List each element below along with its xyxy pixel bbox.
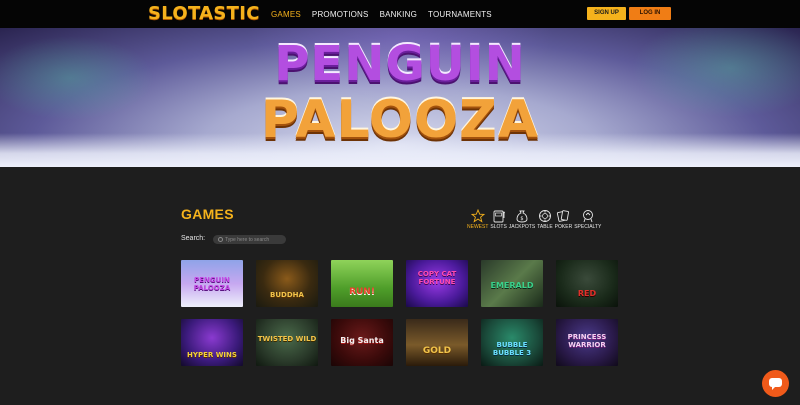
category-jackpots[interactable]: $ JACKPOTS xyxy=(509,209,535,230)
chip-icon xyxy=(538,210,551,222)
chat-icon xyxy=(769,378,782,390)
star-icon xyxy=(470,209,485,223)
specialty-icon xyxy=(582,210,593,223)
game-tile-big-santa[interactable]: Big Santa xyxy=(331,319,393,366)
main-nav: GAMES PROMOTIONS BANKING TOURNAMENTS xyxy=(271,0,492,28)
game-tile-title: COPY CAT FORTUNE xyxy=(417,270,457,286)
slot-machine-icon xyxy=(493,210,505,223)
category-label: TABLE xyxy=(537,224,553,230)
game-tile-title: Big Santa xyxy=(340,336,384,345)
svg-text:$: $ xyxy=(520,216,523,222)
category-label: SPECIALTY xyxy=(574,224,602,230)
chat-button[interactable] xyxy=(762,370,789,397)
banner-title-line2: PALOOZA xyxy=(260,90,540,150)
game-tile-twisted-wild[interactable]: TWISTED WILD xyxy=(256,319,318,366)
category-table[interactable]: TABLE xyxy=(537,209,553,230)
game-tile-title: PENGUIN PALOOZA xyxy=(193,276,231,292)
nav-promotions[interactable]: PROMOTIONS xyxy=(312,10,369,19)
promo-banner[interactable]: PENGUIN PALOOZA xyxy=(0,28,800,167)
game-tile-red[interactable]: RED xyxy=(556,260,618,307)
game-tile-bubble-bubble-3[interactable]: BUBBLE BUBBLE 3 xyxy=(481,319,543,366)
top-bar: SLOTASTIC GAMES PROMOTIONS BANKING TOURN… xyxy=(0,0,800,28)
game-tile-princess-warrior[interactable]: PRINCESS WARRIOR xyxy=(556,319,618,366)
game-tile-title: EMERALD xyxy=(490,281,534,290)
game-tile-run[interactable]: RUN! xyxy=(331,260,393,307)
nav-tournaments[interactable]: TOURNAMENTS xyxy=(428,10,492,19)
category-newest[interactable]: NEWEST xyxy=(467,209,488,230)
nav-banking[interactable]: BANKING xyxy=(380,10,417,19)
category-filters: NEWEST SLOTS $ JACKPOTS TABLE POKER SPEC… xyxy=(467,209,601,230)
banner-title-line1: PENGUIN xyxy=(274,36,526,92)
game-tile-title: RUN! xyxy=(349,287,375,297)
game-tile-penguin-palooza[interactable]: PENGUIN PALOOZA xyxy=(181,260,243,307)
category-specialty[interactable]: SPECIALTY xyxy=(574,209,601,230)
category-label: NEWEST xyxy=(467,224,489,230)
search-label: Search: xyxy=(181,235,206,242)
category-label: SLOTS xyxy=(490,224,507,230)
game-tile-title: RED xyxy=(577,289,597,298)
logo[interactable]: SLOTASTIC xyxy=(148,4,260,24)
game-tile-buddha[interactable]: BUDDHA xyxy=(256,260,318,307)
money-bag-icon: $ xyxy=(516,210,528,223)
game-tile-title: BUDDHA xyxy=(270,291,304,299)
game-tile-title: PRINCESS WARRIOR xyxy=(567,333,607,349)
game-tile-title: BUBBLE BUBBLE 3 xyxy=(492,341,532,357)
search-icon xyxy=(218,237,223,242)
game-tile-gold[interactable]: GOLD xyxy=(406,319,468,366)
nav-games[interactable]: GAMES xyxy=(271,10,301,19)
game-tile-title: TWISTED WILD xyxy=(257,335,317,343)
games-heading: GAMES xyxy=(181,206,234,222)
game-tile-hyper-wins[interactable]: HYPER WINS xyxy=(181,319,243,366)
game-tile-title: GOLD xyxy=(422,346,452,356)
log-in-button[interactable]: LOG IN xyxy=(629,7,671,20)
category-poker[interactable]: POKER xyxy=(554,209,573,230)
game-tile-copy-cat-fortune[interactable]: COPY CAT FORTUNE xyxy=(406,260,468,307)
search-input[interactable] xyxy=(213,235,286,244)
game-tile-title: HYPER WINS xyxy=(187,351,237,359)
category-label: JACKPOTS xyxy=(508,224,536,230)
game-tile-emerald[interactable]: EMERALD xyxy=(481,260,543,307)
category-slots[interactable]: SLOTS xyxy=(490,209,507,230)
sign-up-button[interactable]: SIGN UP xyxy=(587,7,626,20)
category-label: POKER xyxy=(554,224,573,230)
cards-icon xyxy=(557,210,570,222)
